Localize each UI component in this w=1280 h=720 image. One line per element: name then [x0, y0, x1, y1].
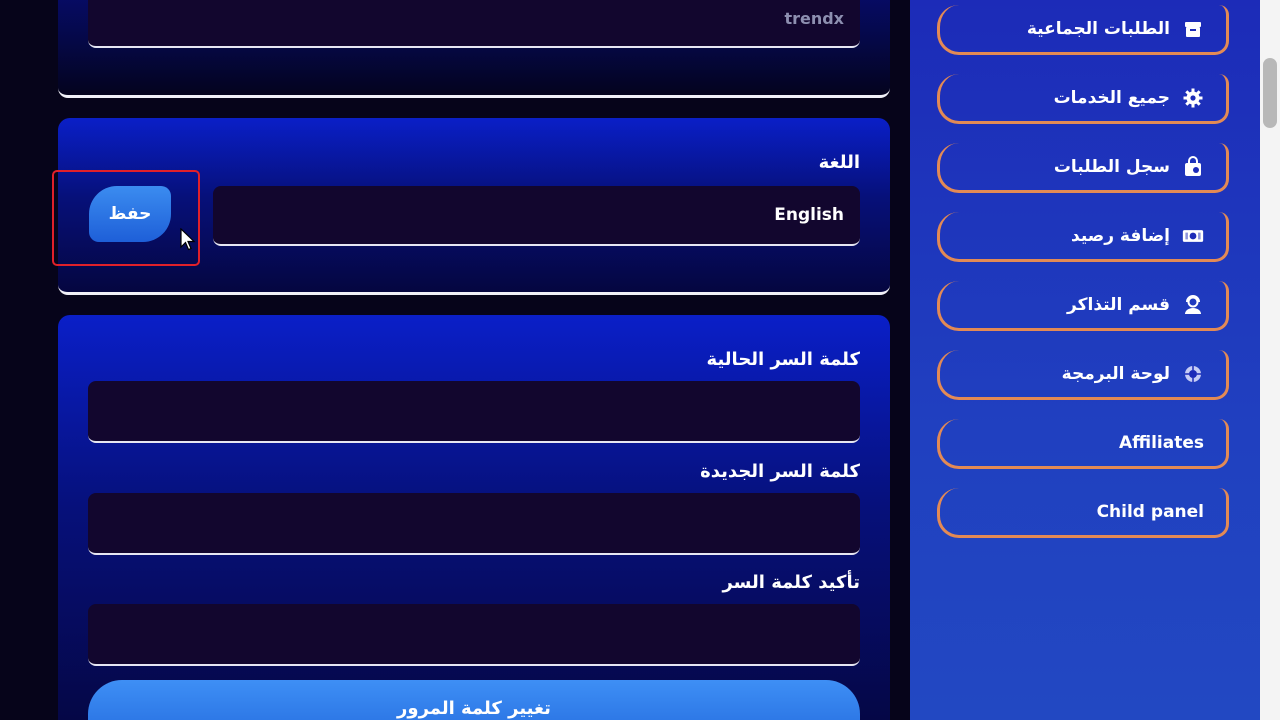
sidebar-item-label: سجل الطلبات [1053, 156, 1170, 177]
language-value: English [774, 205, 844, 225]
sidebar-item-add-funds[interactable]: إضافة رصيد [937, 212, 1229, 262]
password-card: كلمة السر الحالية كلمة السر الجديدة تأكي… [58, 315, 890, 720]
shopping-bag-icon [1182, 155, 1204, 178]
scrollbar-thumb[interactable] [1263, 58, 1277, 128]
language-label: اللغة [818, 152, 860, 173]
sidebar-item-tickets[interactable]: قسم التذاكر [937, 281, 1229, 331]
mouse-cursor-icon [180, 228, 196, 251]
new-password-label: كلمة السر الجديدة [700, 461, 860, 482]
username-value: trendx [784, 9, 844, 28]
current-password-input[interactable] [88, 381, 860, 443]
box-icon [1182, 18, 1204, 40]
sidebar-item-label: Affiliates [1118, 432, 1204, 453]
highlight-box [52, 170, 200, 266]
sidebar-item-child-panel[interactable]: Child panel [937, 488, 1229, 538]
support-agent-icon [1182, 294, 1204, 316]
sidebar: الطلبات الجماعية جميع الخدمات سجل الطلبا… [910, 0, 1260, 720]
new-password-input[interactable] [88, 493, 860, 555]
sidebar-item-all-services[interactable]: جميع الخدمات [937, 74, 1229, 124]
language-select[interactable]: English [213, 186, 860, 246]
current-password-label: كلمة السر الحالية [706, 349, 860, 370]
sidebar-item-label: جميع الخدمات [1053, 87, 1170, 108]
sidebar-item-mass-order[interactable]: الطلبات الجماعية [937, 5, 1229, 55]
sidebar-item-affiliates[interactable]: Affiliates [937, 419, 1229, 469]
sidebar-item-api[interactable]: لوحة البرمجة [937, 350, 1229, 400]
sidebar-item-orders[interactable]: سجل الطلبات [937, 143, 1229, 193]
scrollbar[interactable] [1260, 0, 1280, 720]
confirm-password-label: تأكيد كلمة السر [722, 572, 860, 593]
username-field[interactable]: trendx [88, 0, 860, 48]
sidebar-item-label: لوحة البرمجة [1061, 363, 1170, 384]
main-content: trendx اللغة English حفظ كلمة السر الحال… [0, 0, 910, 720]
code-brain-icon [1182, 363, 1204, 385]
sidebar-item-label: إضافة رصيد [1071, 225, 1170, 246]
sidebar-item-label: الطلبات الجماعية [1026, 18, 1170, 39]
money-icon [1182, 225, 1204, 247]
change-password-button[interactable]: تغيير كلمة المرور [88, 680, 860, 720]
sidebar-item-label: Child panel [1096, 501, 1204, 522]
username-card: trendx [58, 0, 890, 98]
confirm-password-input[interactable] [88, 604, 860, 666]
gear-icon [1182, 87, 1204, 109]
sidebar-item-label: قسم التذاكر [1067, 294, 1170, 315]
